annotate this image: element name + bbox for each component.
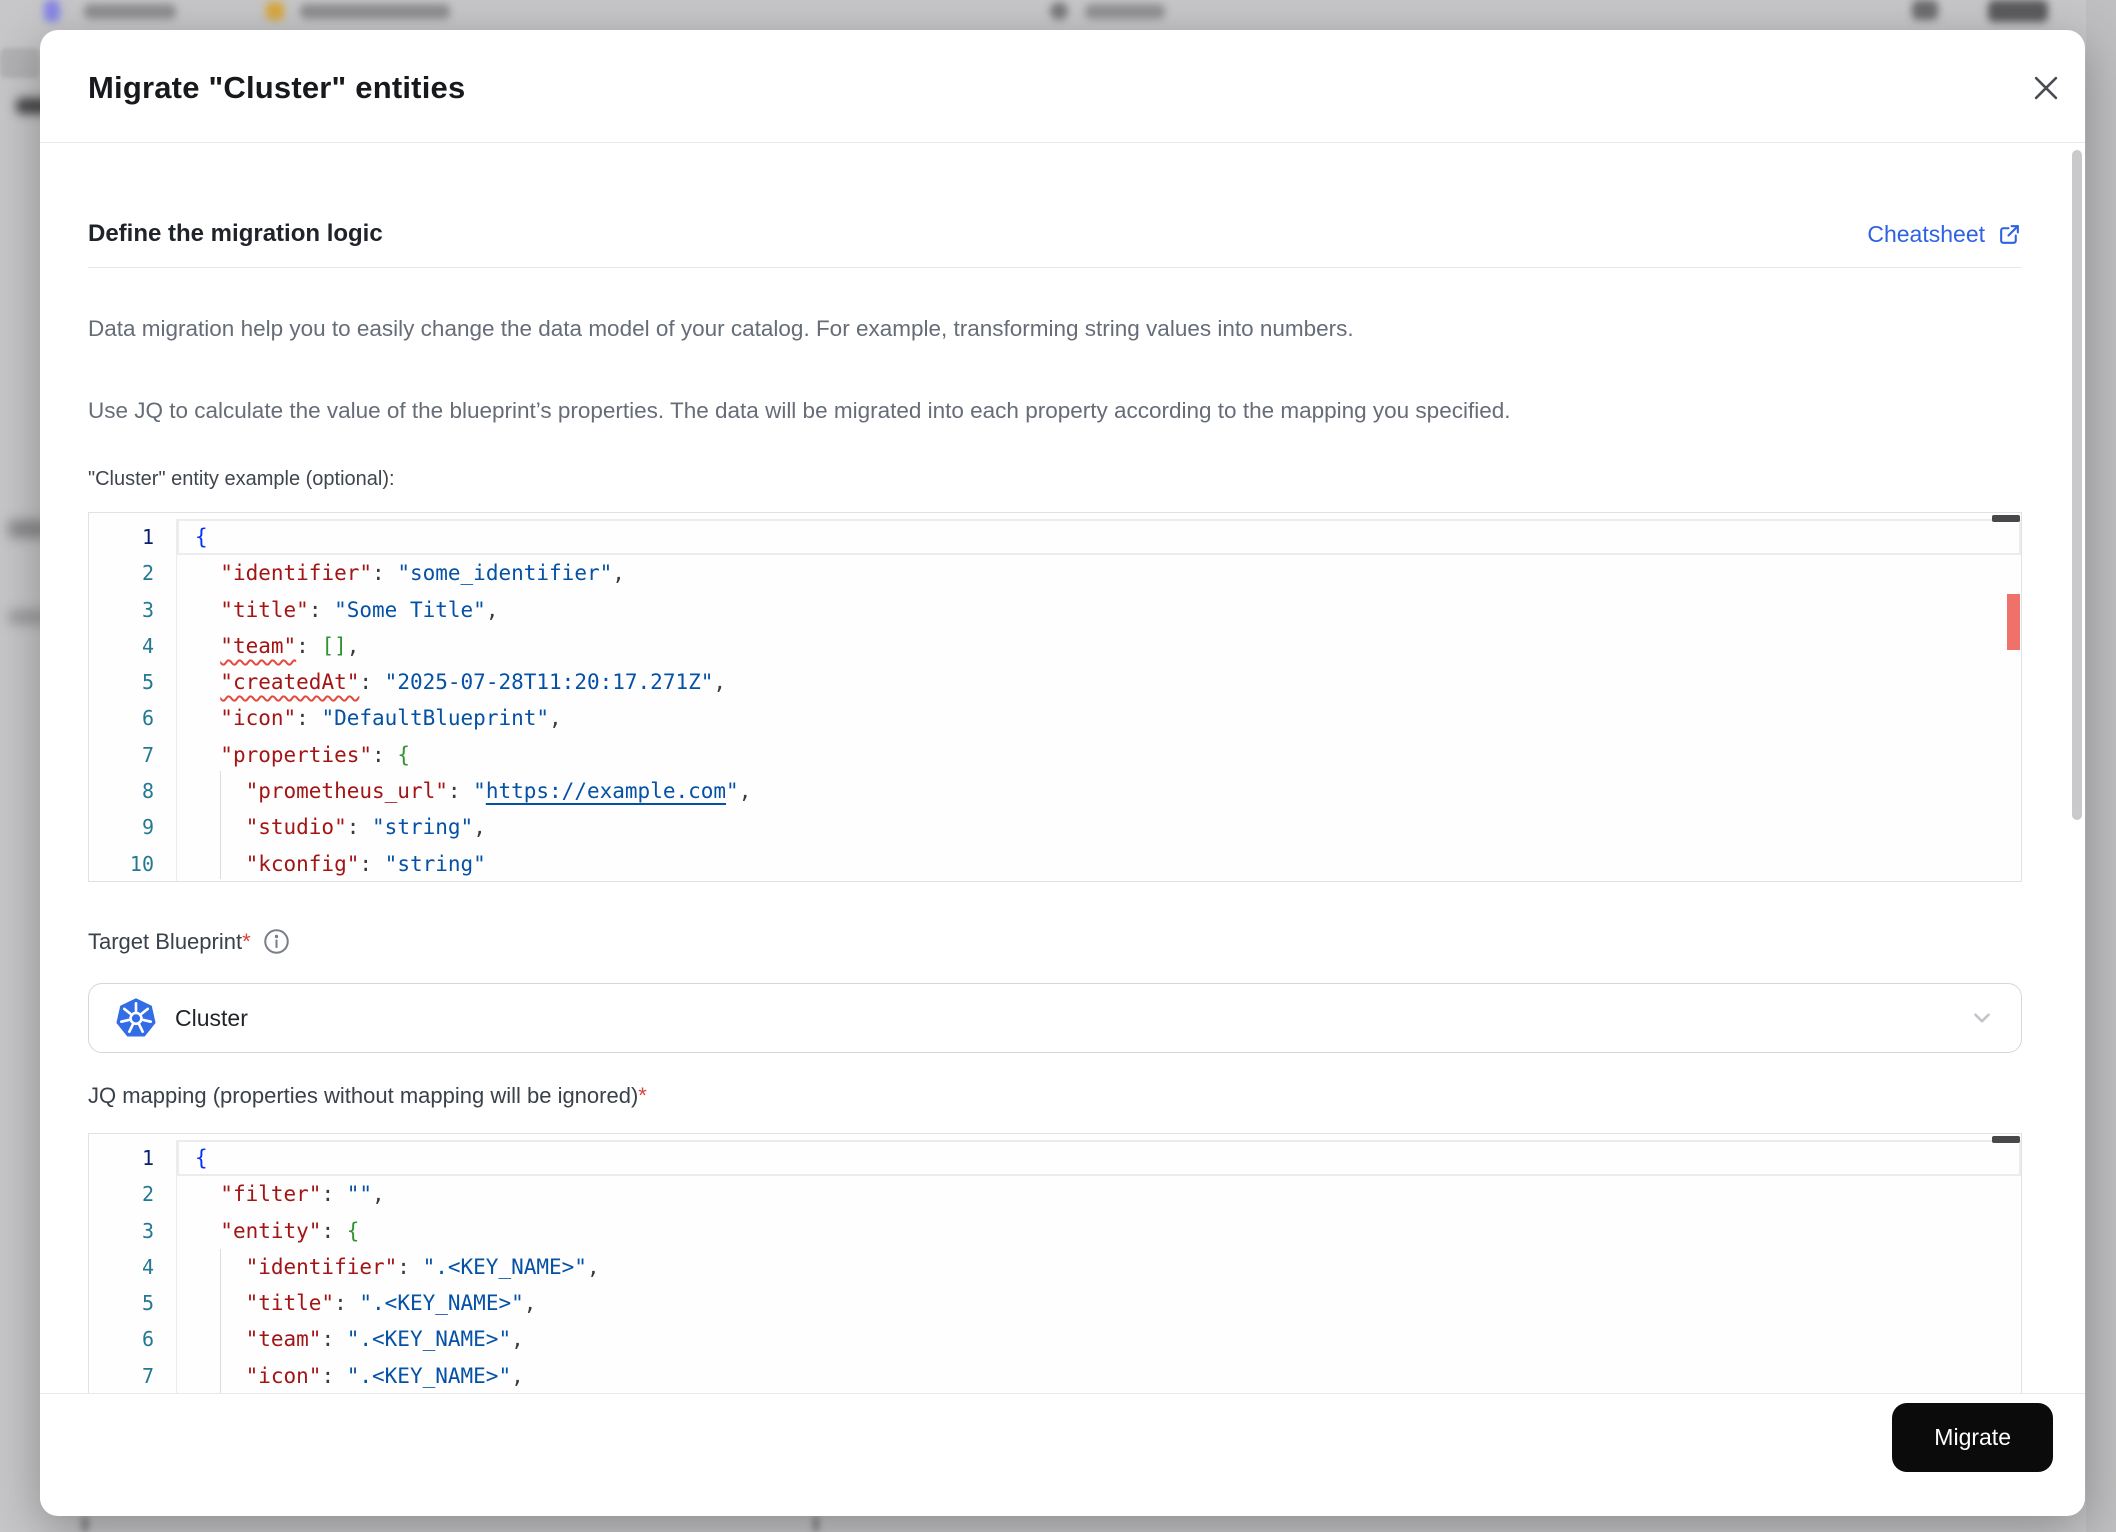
close-button[interactable]: [2029, 71, 2063, 105]
target-blueprint-label-row: Target Blueprint*: [88, 928, 290, 955]
code-line[interactable]: 4 "identifier": ".<KEY_NAME>",: [89, 1248, 2021, 1286]
code-line[interactable]: 5 "title": ".<KEY_NAME>",: [89, 1285, 2021, 1322]
code-line[interactable]: 5 "createdAt": "2025-07-28T11:20:17.271Z…: [89, 664, 2021, 701]
required-asterisk: *: [242, 928, 251, 954]
code-editor-jq-mapping[interactable]: 1{2 "filter": "", 3 "entity": {4 "identif…: [88, 1133, 2022, 1393]
section-heading-row: Define the migration logic Cheatsheet: [88, 220, 2022, 248]
background-sidebar-tab: [0, 48, 40, 78]
background-search-text: [1085, 4, 1165, 19]
code-line[interactable]: 4 "team": [],: [89, 627, 2021, 665]
background-bottom-smudge: [812, 1516, 820, 1532]
kubernetes-icon: [116, 998, 156, 1037]
intro-paragraph-2: Use JQ to calculate the value of the blu…: [88, 398, 1511, 423]
dialog-scrollbar-thumb[interactable]: [2072, 150, 2082, 820]
cheatsheet-link[interactable]: Cheatsheet: [1867, 221, 2022, 248]
background-nav-text: [300, 4, 450, 19]
code-line[interactable]: 7 "properties": {: [89, 736, 2021, 774]
code-line[interactable]: 9 "studio": "string",: [89, 809, 2021, 846]
migrate-button[interactable]: Migrate: [1892, 1403, 2053, 1472]
code-line[interactable]: 1{: [89, 1140, 2021, 1177]
section-divider: [88, 267, 2022, 268]
migrate-entities-dialog: Migrate "Cluster" entities Define the mi…: [40, 30, 2085, 1516]
background-page-edge: [2086, 0, 2116, 1532]
code-line[interactable]: 2 "identifier": "some_identifier",: [89, 555, 2021, 592]
entity-example-label: "Cluster" entity example (optional):: [88, 468, 395, 490]
code-lines: 1{2 "identifier": "some_identifier", 3 "t…: [89, 513, 2021, 881]
chevron-down-icon: [1974, 1013, 1990, 1023]
code-editor-entity-example[interactable]: 1{2 "identifier": "some_identifier", 3 "t…: [88, 512, 2022, 882]
target-blueprint-label: Target Blueprint*: [88, 928, 251, 954]
code-line[interactable]: 3 "title": "Some Title",: [89, 591, 2021, 628]
indent-guide: [220, 1249, 221, 1393]
background-search-icon: [1050, 2, 1068, 20]
code-line[interactable]: 10 "kconfig": "string": [89, 845, 2021, 881]
close-icon: [2034, 76, 2058, 100]
editor-cursor-marker: [1992, 1136, 2020, 1143]
code-line[interactable]: 7 "icon": ".<KEY_NAME>",: [89, 1357, 2021, 1393]
editor-cursor-marker: [1992, 515, 2020, 522]
section-heading: Define the migration logic: [88, 220, 383, 247]
editor-error-marker: [2007, 594, 2020, 650]
background-toolbar-icon: [1988, 0, 2048, 22]
dialog-footer: Migrate: [40, 1393, 2085, 1516]
intro-paragraph-1: Data migration help you to easily change…: [88, 316, 1354, 341]
background-folder-icon: [266, 2, 284, 20]
background-nav-text: [84, 4, 176, 19]
info-icon[interactable]: [263, 928, 290, 955]
blueprint-select-value: Cluster: [175, 1004, 248, 1031]
background-app-icon: [44, 0, 60, 22]
code-lines: 1{2 "filter": "", 3 "entity": {4 "identif…: [89, 1134, 2021, 1393]
background-toolbar-icon: [1912, 0, 1938, 20]
code-line[interactable]: 1{: [89, 519, 2021, 556]
code-line[interactable]: 2 "filter": "",: [89, 1176, 2021, 1213]
cheatsheet-link-label: Cheatsheet: [1867, 220, 1985, 247]
code-line[interactable]: 8 "prometheus_url": "https://example.com…: [89, 773, 2021, 810]
code-line[interactable]: 6 "icon": "DefaultBlueprint",: [89, 700, 2021, 737]
external-link-icon: [2000, 224, 2019, 244]
code-line[interactable]: 3 "entity": {: [89, 1212, 2021, 1249]
dialog-header: Migrate "Cluster" entities: [40, 30, 2085, 143]
page-title: Migrate "Cluster" entities: [88, 70, 466, 105]
jq-mapping-label: JQ mapping (properties without mapping w…: [88, 1083, 647, 1108]
indent-guide: [220, 771, 221, 879]
blueprint-select[interactable]: Cluster: [88, 983, 2022, 1053]
code-line[interactable]: 6 "team": ".<KEY_NAME>",: [89, 1321, 2021, 1358]
background-bottom-smudge: [80, 1516, 90, 1532]
required-asterisk: *: [638, 1083, 647, 1108]
